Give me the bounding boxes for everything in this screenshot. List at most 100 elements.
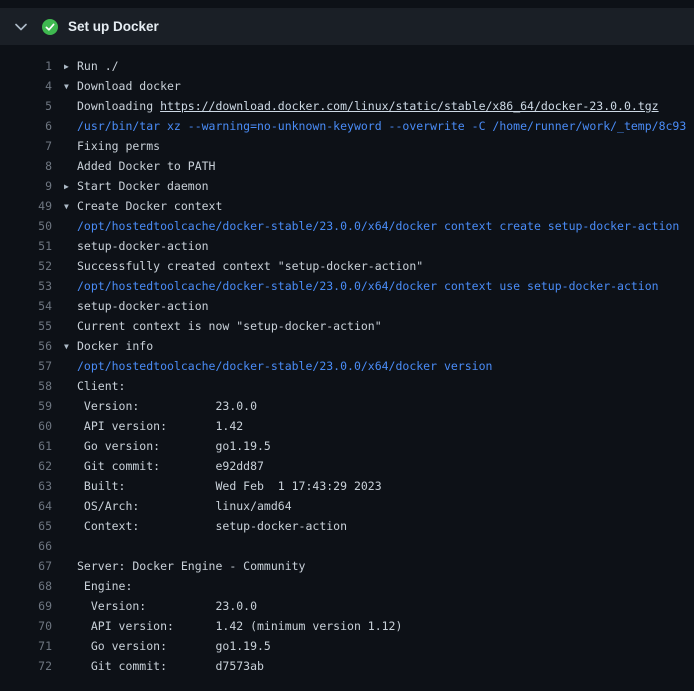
log-line: 55 Current context is now "setup-docker-a… [0, 316, 694, 336]
log-text: Version: 23.0.0 [64, 396, 257, 416]
log-text: Added Docker to PATH [64, 156, 215, 176]
chevron-down-icon[interactable] [15, 23, 27, 31]
group-expanded-arrow-icon: ▼ [64, 337, 77, 356]
line-number[interactable]: 9 [0, 176, 52, 196]
log-line: 53/opt/hostedtoolcache/docker-stable/23.… [0, 276, 694, 296]
log-line: 52 Successfully created context "setup-do… [0, 256, 694, 276]
line-number[interactable]: 71 [0, 636, 52, 656]
log-line: 5 Downloading https://download.docker.com… [0, 96, 694, 116]
log-text: Built: Wed Feb 1 17:43:29 2023 [64, 476, 382, 496]
line-number[interactable]: 56 [0, 336, 52, 356]
log-group-header[interactable]: 4 ▼Download docker [0, 76, 694, 96]
group-title: Run ./ [77, 59, 119, 73]
command-text: /opt/hostedtoolcache/docker-stable/23.0.… [64, 216, 679, 236]
success-check-icon [42, 19, 58, 35]
line-number[interactable]: 68 [0, 576, 52, 596]
group-header-content: ▼Docker info [64, 336, 153, 356]
log-text: API version: 1.42 [64, 416, 243, 436]
command-text: /usr/bin/tar xz --warning=no-unknown-key… [64, 116, 686, 136]
log-line: 51setup-docker-action [0, 236, 694, 256]
line-number[interactable]: 72 [0, 656, 52, 676]
log-line: 8 Added Docker to PATH [0, 156, 694, 176]
log-text: Context: setup-docker-action [64, 516, 347, 536]
log-group-header[interactable]: 9 ▶Start Docker daemon [0, 176, 694, 196]
line-number[interactable]: 53 [0, 276, 52, 296]
workflow-log-viewer: Set up Docker 1▶Run ./4▼Download docker5… [0, 8, 694, 676]
log-line: 62 Git commit: e92dd87 [0, 456, 694, 476]
command-text: /opt/hostedtoolcache/docker-stable/23.0.… [64, 356, 492, 376]
line-number[interactable]: 59 [0, 396, 52, 416]
log-text: Server: Docker Engine - Community [64, 556, 305, 576]
log-line: 64 OS/Arch: linux/amd64 [0, 496, 694, 516]
line-number[interactable]: 54 [0, 296, 52, 316]
log-line: 69 Version: 23.0.0 [0, 596, 694, 616]
line-number[interactable]: 64 [0, 496, 52, 516]
log-line: 67 Server: Docker Engine - Community [0, 556, 694, 576]
line-number[interactable]: 69 [0, 596, 52, 616]
log-text-prefix: Downloading [77, 99, 160, 113]
group-header-content: ▶Run ./ [64, 56, 119, 76]
log-text: Successfully created context "setup-dock… [64, 256, 423, 276]
line-number[interactable]: 62 [0, 456, 52, 476]
line-number[interactable]: 67 [0, 556, 52, 576]
log-lines: 1 ▶Run ./ 4 ▼Download docker 5 Downloading ht… [0, 45, 694, 676]
group-header-content: ▶Start Docker daemon [64, 176, 209, 196]
line-number[interactable]: 51 [0, 236, 52, 256]
log-text: Version: 23.0.0 [64, 596, 257, 616]
log-line: 70 API version: 1.42 (minimum version 1.… [0, 616, 694, 636]
log-text: OS/Arch: linux/amd64 [64, 496, 292, 516]
log-text: Client: [64, 376, 125, 396]
line-number[interactable]: 60 [0, 416, 52, 436]
line-number[interactable]: 65 [0, 516, 52, 536]
log-line: 6/usr/bin/tar xz --warning=no-unknown-ke… [0, 116, 694, 136]
line-number[interactable]: 55 [0, 316, 52, 336]
log-line: 57/opt/hostedtoolcache/docker-stable/23.… [0, 356, 694, 376]
log-line: 71 Go version: go1.19.5 [0, 636, 694, 656]
log-line: 50/opt/hostedtoolcache/docker-stable/23.… [0, 216, 694, 236]
line-number[interactable]: 58 [0, 376, 52, 396]
command-text: /opt/hostedtoolcache/docker-stable/23.0.… [64, 276, 659, 296]
group-expanded-arrow-icon: ▼ [64, 77, 77, 96]
step-header[interactable]: Set up Docker [0, 8, 694, 45]
line-number[interactable]: 61 [0, 436, 52, 456]
log-line: 61 Go version: go1.19.5 [0, 436, 694, 456]
log-link[interactable]: https://download.docker.com/linux/static… [160, 99, 659, 113]
line-number[interactable]: 57 [0, 356, 52, 376]
group-header-content: ▼Download docker [64, 76, 181, 96]
line-number[interactable]: 52 [0, 256, 52, 276]
log-line: 58 Client: [0, 376, 694, 396]
log-text [64, 536, 77, 556]
line-number[interactable]: 63 [0, 476, 52, 496]
group-header-content: ▼Create Docker context [64, 196, 222, 216]
log-text: setup-docker-action [64, 296, 209, 316]
line-number[interactable]: 5 [0, 96, 52, 116]
log-text: Current context is now "setup-docker-act… [64, 316, 382, 336]
line-number[interactable]: 49 [0, 196, 52, 216]
log-line: 60 API version: 1.42 [0, 416, 694, 436]
log-line: 72 Git commit: d7573ab [0, 656, 694, 676]
log-group-header[interactable]: 1 ▶Run ./ [0, 56, 694, 76]
log-line: 63 Built: Wed Feb 1 17:43:29 2023 [0, 476, 694, 496]
group-expanded-arrow-icon: ▼ [64, 197, 77, 216]
log-text: Git commit: e92dd87 [64, 456, 264, 476]
log-line: 7 Fixing perms [0, 136, 694, 156]
group-title: Docker info [77, 339, 153, 353]
step-title: Set up Docker [68, 19, 159, 34]
log-text: Downloading https://download.docker.com/… [64, 96, 659, 116]
line-number[interactable]: 50 [0, 216, 52, 236]
log-group-header[interactable]: 49 ▼Create Docker context [0, 196, 694, 216]
line-number[interactable]: 6 [0, 116, 52, 136]
line-number[interactable]: 66 [0, 536, 52, 556]
log-text: Go version: go1.19.5 [64, 636, 271, 656]
line-number[interactable]: 1 [0, 56, 52, 76]
line-number[interactable]: 7 [0, 136, 52, 156]
log-text: Git commit: d7573ab [64, 656, 264, 676]
log-line: 66 [0, 536, 694, 556]
log-line: 59 Version: 23.0.0 [0, 396, 694, 416]
log-text: Fixing perms [64, 136, 160, 156]
line-number[interactable]: 4 [0, 76, 52, 96]
log-group-header[interactable]: 56 ▼Docker info [0, 336, 694, 356]
log-text: Engine: [64, 576, 132, 596]
line-number[interactable]: 70 [0, 616, 52, 636]
line-number[interactable]: 8 [0, 156, 52, 176]
